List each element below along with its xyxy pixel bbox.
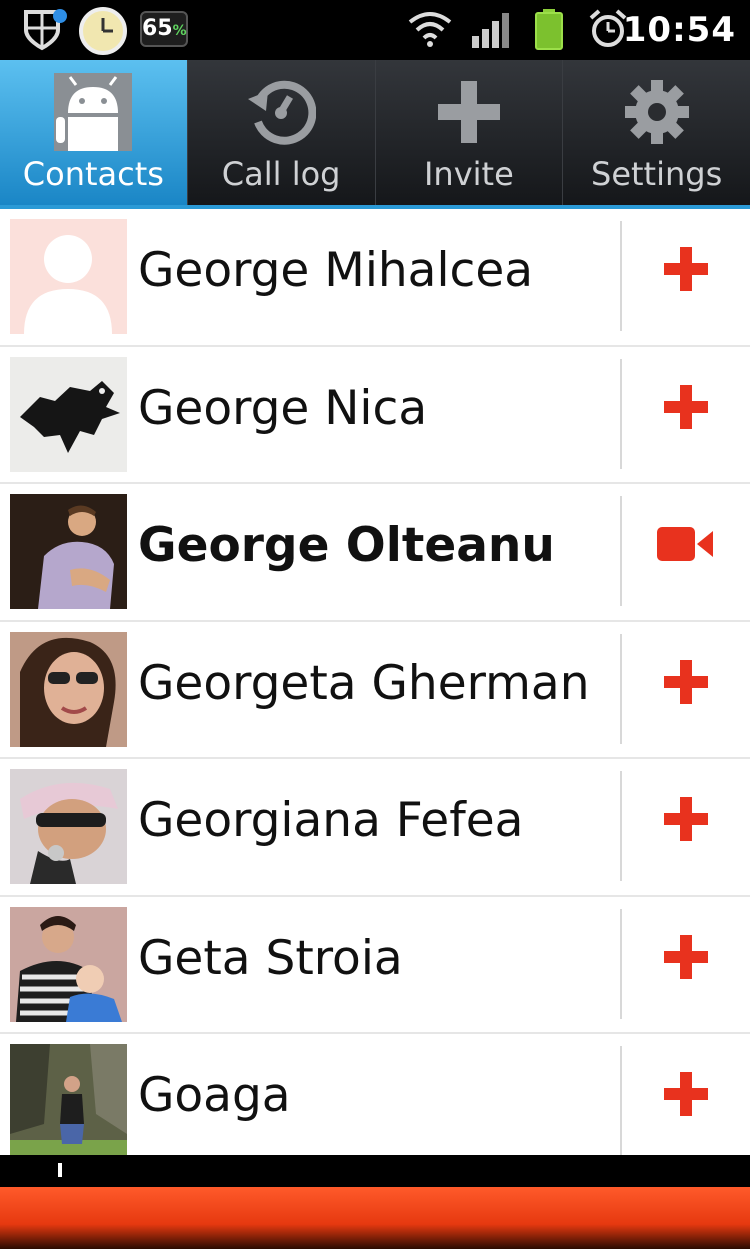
add-contact-button[interactable] — [622, 897, 750, 1021]
contact-row[interactable]: Geta Stroia — [0, 896, 750, 1034]
add-icon — [662, 1070, 710, 1122]
plus-icon — [429, 72, 509, 152]
contact-name: George Olteanu — [138, 518, 555, 573]
contact-name: Goaga — [138, 1068, 291, 1123]
bottom-strip — [0, 1155, 750, 1187]
bottom-banner[interactable] — [0, 1187, 750, 1249]
shield-icon — [20, 8, 68, 56]
status-time: 10:54 — [622, 10, 736, 50]
battery-icon — [534, 8, 564, 54]
android-icon — [53, 72, 133, 152]
wifi-icon — [408, 10, 452, 52]
avatar — [10, 494, 127, 609]
contact-name: George Nica — [138, 380, 428, 436]
avatar — [10, 1044, 127, 1159]
call-log-icon — [241, 72, 321, 152]
video-camera-icon — [657, 525, 715, 567]
avatar — [10, 906, 127, 1022]
add-contact-button[interactable] — [622, 209, 750, 333]
tab-invite[interactable]: Invite — [376, 60, 564, 205]
add-contact-button[interactable] — [622, 347, 750, 471]
contact-name: Georgiana Fefea — [138, 793, 524, 848]
video-call-button[interactable] — [622, 484, 750, 608]
contact-row[interactable]: George Olteanu — [0, 484, 750, 622]
signal-icon — [470, 12, 510, 52]
status-bar: 65% 10:54 — [0, 0, 750, 60]
contact-row[interactable]: Goaga — [0, 1034, 750, 1172]
tab-bar: Contacts Call log Invite Settings — [0, 60, 750, 209]
add-icon — [662, 245, 710, 297]
tab-label: Call log — [221, 155, 341, 193]
contact-row[interactable]: George Nica — [0, 346, 750, 484]
contact-name: Georgeta Gherman — [138, 655, 590, 711]
tab-label: Contacts — [22, 155, 164, 193]
scroll-indicator — [58, 1163, 62, 1177]
app-screen: 65% 10:54 Contacts Call log Invite Setti… — [0, 0, 750, 1249]
avatar — [10, 356, 127, 472]
contact-row[interactable]: George Mihalcea — [0, 209, 750, 347]
contact-row[interactable]: Georgeta Gherman — [0, 621, 750, 759]
battery-level-badge: 65% — [140, 11, 188, 47]
contact-name: Geta Stroia — [138, 930, 403, 986]
clock-app-icon — [78, 6, 128, 60]
avatar — [10, 769, 127, 884]
tab-label: Settings — [591, 155, 723, 193]
avatar-placeholder — [10, 219, 127, 334]
add-contact-button[interactable] — [622, 1034, 750, 1158]
add-icon — [662, 933, 710, 985]
avatar — [10, 631, 127, 747]
tab-contacts[interactable]: Contacts — [0, 60, 188, 205]
gear-icon — [617, 72, 697, 152]
add-icon — [662, 795, 710, 847]
tab-settings[interactable]: Settings — [563, 60, 750, 205]
contact-name: George Mihalcea — [138, 243, 534, 298]
add-contact-button[interactable] — [622, 622, 750, 746]
add-contact-button[interactable] — [622, 759, 750, 883]
add-icon — [662, 383, 710, 435]
add-icon — [662, 658, 710, 710]
tab-label: Invite — [423, 155, 514, 193]
tab-call-log[interactable]: Call log — [188, 60, 376, 205]
contact-list: George Mihalcea George Nica George Oltea… — [0, 209, 750, 1172]
contact-row[interactable]: Georgiana Fefea — [0, 759, 750, 897]
